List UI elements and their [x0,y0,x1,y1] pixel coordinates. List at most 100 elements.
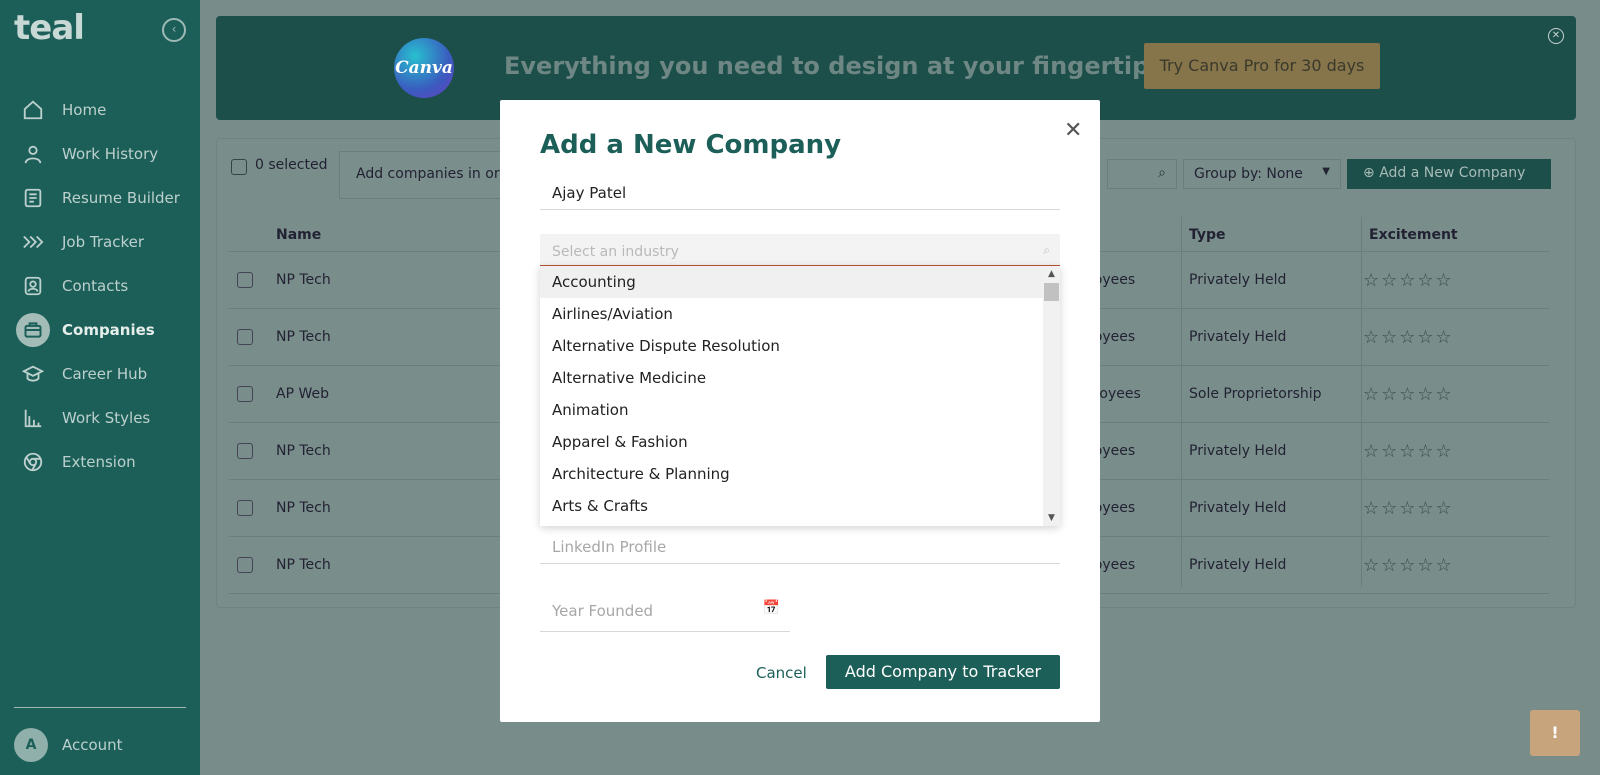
hint-box: Add companies in or [339,151,509,199]
sidebar-item-resume-builder[interactable]: Resume Builder [0,178,200,218]
group-by-label: Group by: None [1194,166,1303,182]
feedback-button[interactable]: ! [1530,710,1580,756]
briefcase-icon [16,313,50,347]
sidebar-item-extension[interactable]: Extension [0,442,200,482]
sidebar-item-contacts[interactable]: Contacts [0,266,200,306]
row-checkbox[interactable] [237,272,253,288]
company-type: Privately Held [1189,329,1287,345]
excitement-rating[interactable]: ☆☆☆☆☆ [1363,555,1454,576]
teal-logo[interactable]: teal [14,8,154,52]
sidebar-item-home[interactable]: Home [0,90,200,130]
contacts-icon [20,273,46,299]
column-header-name[interactable]: Name [276,227,321,243]
industry-placeholder: Select an industry [552,244,679,260]
select-all-checkbox[interactable] [231,159,247,175]
try-canva-button[interactable]: Try Canva Pro for 30 days [1144,43,1380,89]
sidebar-item-career-hub[interactable]: Career Hub [0,354,200,394]
promo-text: Everything you need to design at your fi… [504,52,1164,80]
company-type: Privately Held [1189,500,1287,516]
company-name[interactable]: NP Tech [276,557,331,573]
row-checkbox[interactable] [237,557,253,573]
company-name[interactable]: AP Web [276,386,329,402]
dropdown-scrollbar[interactable]: ▲ ▼ [1043,266,1060,526]
industry-option[interactable]: Airlines/Aviation [540,298,1043,330]
avatar: A [14,728,48,762]
modal-title: Add a New Company [540,130,842,160]
sidebar-item-label: Resume Builder [62,189,180,207]
industry-option[interactable]: Alternative Dispute Resolution [540,330,1043,362]
canva-logo: Canva [394,38,454,98]
chevron-left-icon[interactable]: ‹ [162,18,186,42]
selected-count: 0 selected [255,157,328,173]
cancel-button[interactable]: Cancel [756,664,807,682]
sidebar-item-work-history[interactable]: Work History [0,134,200,174]
bar-chart-icon [20,405,46,431]
alert-icon: ! [1551,723,1559,742]
sidebar-divider [14,707,186,708]
sidebar-item-label: Job Tracker [62,233,145,251]
search-icon: ⌕ [1158,165,1166,181]
add-company-button[interactable]: ⊕ Add a New Company [1347,159,1551,189]
company-name[interactable]: NP Tech [276,272,331,288]
sidebar-item-label: Home [62,101,107,119]
calendar-icon[interactable]: 📅 [763,600,780,616]
company-name[interactable]: NP Tech [276,329,331,345]
sidebar-item-label: Career Hub [62,365,148,383]
sidebar-item-work-styles[interactable]: Work Styles [0,398,200,438]
close-icon[interactable]: ✕ [1548,28,1564,44]
graduation-cap-icon [20,361,46,387]
account-label: Account [62,736,123,754]
row-checkbox[interactable] [237,443,253,459]
year-founded-input[interactable]: Year Founded 📅 [540,590,790,632]
excitement-rating[interactable]: ☆☆☆☆☆ [1363,441,1454,462]
year-founded-placeholder: Year Founded [552,602,654,620]
row-checkbox[interactable] [237,386,253,402]
company-name[interactable]: NP Tech [276,500,331,516]
document-icon [20,185,46,211]
industry-option[interactable]: Accounting [540,266,1043,298]
row-checkbox[interactable] [237,329,253,345]
excitement-rating[interactable]: ☆☆☆☆☆ [1363,498,1454,519]
column-header-type[interactable]: Type [1189,227,1226,243]
industry-option[interactable]: Arts & Crafts [540,490,1043,522]
home-icon [20,97,46,123]
company-type: Privately Held [1189,443,1287,459]
industry-option[interactable]: Apparel & Fashion [540,426,1043,458]
close-icon[interactable]: ✕ [1064,118,1082,143]
company-type: Privately Held [1189,272,1287,288]
industry-option[interactable]: Alternative Medicine [540,362,1043,394]
row-checkbox[interactable] [237,500,253,516]
plus-circle-icon: ⊕ [1363,165,1375,181]
company-name-input[interactable]: Ajay Patel [540,176,1060,210]
sidebar-item-label: Work History [62,145,159,163]
linkedin-profile-input[interactable]: LinkedIn Profile [540,530,1060,564]
scroll-thumb[interactable] [1044,283,1059,301]
chevrons-right-icon [20,229,46,255]
company-type: Privately Held [1189,557,1287,573]
company-name[interactable]: NP Tech [276,443,331,459]
chrome-icon [20,449,46,475]
industry-option[interactable]: Animation [540,394,1043,426]
industry-dropdown: Accounting Airlines/Aviation Alternative… [540,266,1060,526]
search-input[interactable]: ⌕ [1107,159,1177,189]
sidebar-item-label: Work Styles [62,409,151,427]
group-by-select[interactable]: Group by: None ▼ [1183,159,1341,189]
column-header-excitement[interactable]: Excitement [1369,227,1458,243]
scroll-down-icon[interactable]: ▼ [1043,510,1060,526]
scroll-up-icon[interactable]: ▲ [1043,266,1060,282]
add-company-to-tracker-button[interactable]: Add Company to Tracker [826,655,1060,689]
industry-select[interactable]: Select an industry ⌕ [540,234,1060,266]
excitement-rating[interactable]: ☆☆☆☆☆ [1363,327,1454,348]
sidebar-item-label: Contacts [62,277,129,295]
user-icon [20,141,46,167]
excitement-rating[interactable]: ☆☆☆☆☆ [1363,384,1454,405]
sidebar-item-label: Extension [62,453,136,471]
sidebar: teal ‹ Home Work History Resume Builder … [0,0,200,775]
sidebar-item-job-tracker[interactable]: Job Tracker [0,222,200,262]
sidebar-item-companies[interactable]: Companies [0,310,200,350]
search-icon: ⌕ [1043,243,1050,257]
industry-option[interactable]: Architecture & Planning [540,458,1043,490]
account-menu[interactable]: A Account [14,728,123,762]
excitement-rating[interactable]: ☆☆☆☆☆ [1363,270,1454,291]
company-type: Sole Proprietorship [1189,386,1322,402]
